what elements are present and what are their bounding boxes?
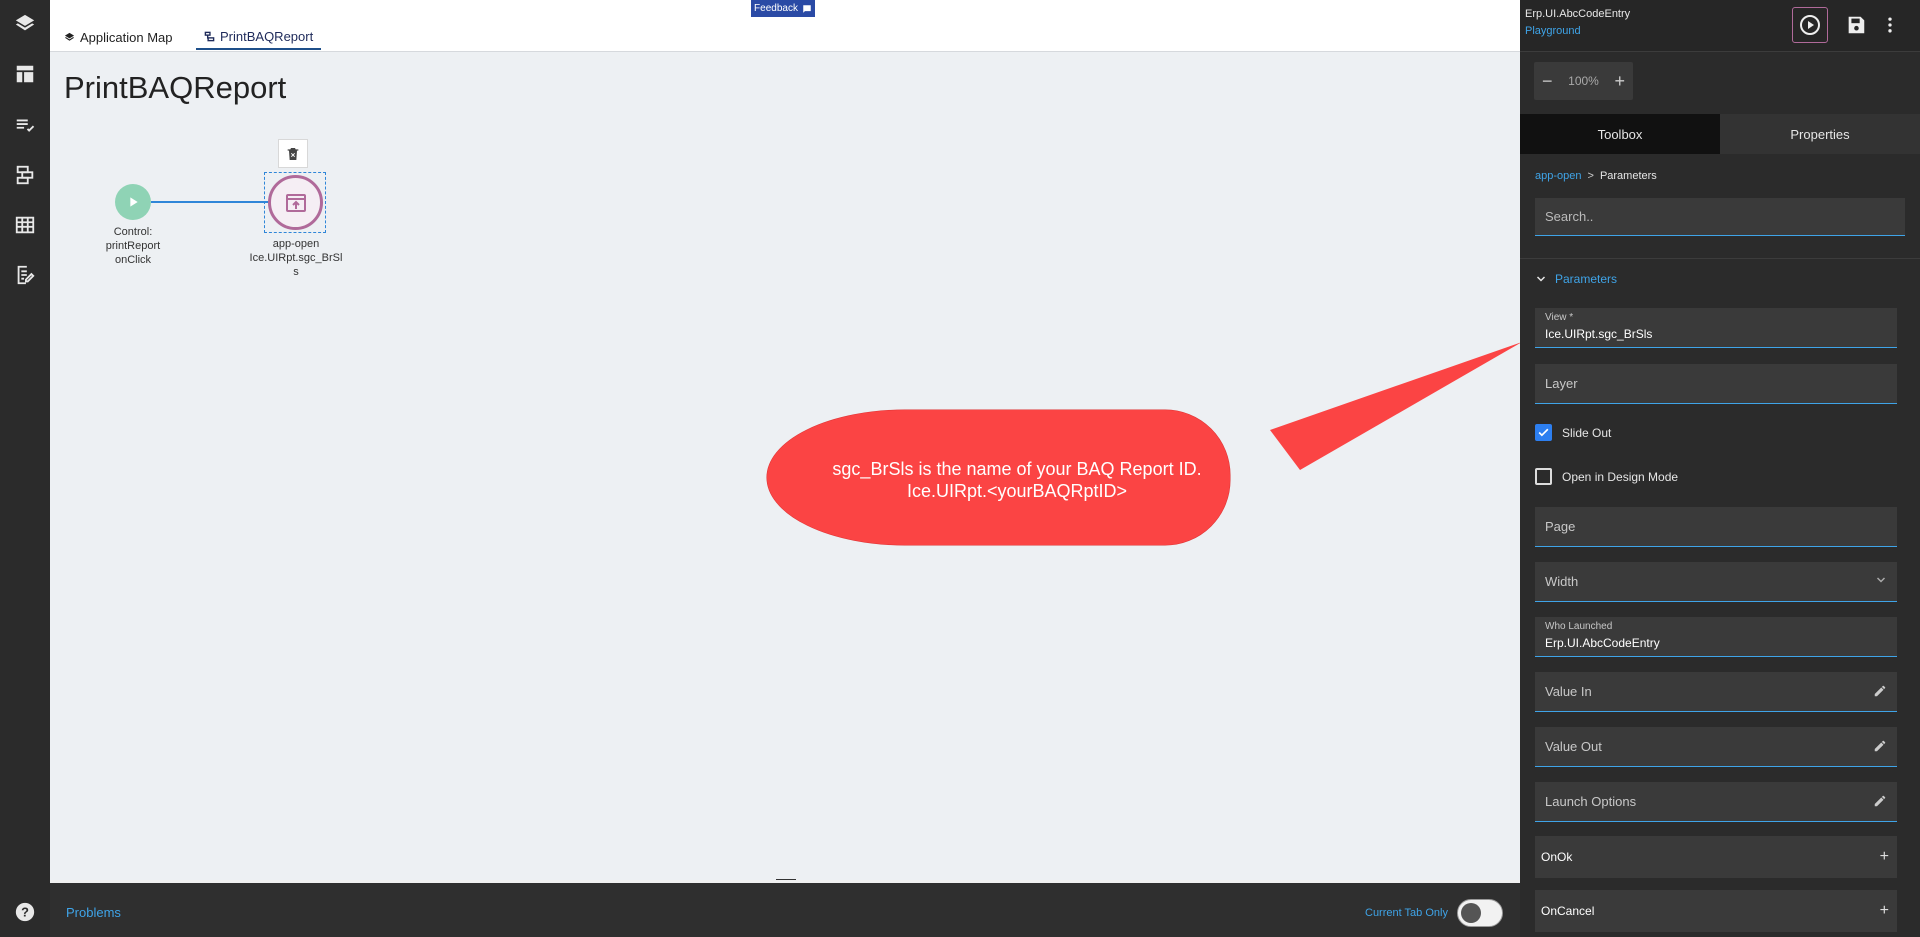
app-id: Erp.UI.AbcCodeEntry: [1525, 8, 1631, 20]
on-ok-label: OnOk: [1541, 850, 1573, 864]
breadcrumb-separator: >: [1587, 170, 1594, 182]
section-label: Parameters: [1555, 272, 1618, 286]
panel-header: Erp.UI.AbcCodeEntry Playground: [1520, 0, 1920, 52]
kebab-icon: [1888, 17, 1892, 33]
zoom-control: − 100% +: [1534, 62, 1633, 100]
toggle-knob: [1461, 903, 1481, 923]
design-mode-checkbox-row[interactable]: Open in Design Mode: [1535, 468, 1678, 485]
width-label: Width: [1545, 574, 1579, 589]
view-field[interactable]: View * Ice.UIRpt.sgc_BrSls: [1535, 308, 1897, 348]
panel-tabs: Toolbox Properties: [1520, 114, 1920, 154]
slide-out-checkbox-row[interactable]: Slide Out: [1535, 424, 1611, 441]
callout-line: sgc_BrSls is the name of your BAQ Report…: [832, 459, 1202, 479]
on-cancel-label: OnCancel: [1541, 904, 1595, 918]
chevron-down-icon: [1536, 276, 1546, 282]
on-ok-event-row[interactable]: OnOk +: [1535, 836, 1897, 878]
add-on-cancel-button[interactable]: +: [1880, 902, 1889, 920]
value-in-field[interactable]: Value In: [1535, 672, 1897, 712]
callout-text: sgc_BrSls is the name of your BAQ Report…: [782, 458, 1252, 502]
breadcrumb-parent[interactable]: app-open: [1535, 170, 1582, 182]
value-out-field[interactable]: Value Out: [1535, 727, 1897, 767]
current-tab-only-label: Current Tab Only: [1365, 907, 1448, 919]
pencil-icon[interactable]: [1873, 684, 1887, 698]
zoom-in-button[interactable]: +: [1614, 71, 1625, 92]
value-in-label: Value In: [1545, 684, 1592, 699]
layer-field[interactable]: Layer: [1535, 364, 1897, 404]
slide-out-checkbox[interactable]: [1535, 424, 1552, 441]
tab-properties[interactable]: Properties: [1720, 114, 1920, 154]
current-tab-only-toggle[interactable]: [1457, 899, 1503, 927]
divider: [1520, 258, 1920, 259]
view-value: Ice.UIRpt.sgc_BrSls: [1545, 327, 1653, 341]
problems-bar: Problems Current Tab Only: [50, 880, 1520, 937]
callout-line: Ice.UIRpt.<yourBAQRptID>: [906, 481, 1128, 501]
who-launched-label: Who Launched: [1545, 621, 1613, 632]
who-launched-field[interactable]: Who Launched Erp.UI.AbcCodeEntry: [1535, 617, 1897, 657]
zoom-out-button[interactable]: −: [1542, 71, 1553, 92]
save-icon: [1848, 16, 1865, 34]
layer-label: Layer: [1545, 376, 1578, 391]
page-field[interactable]: Page: [1535, 507, 1897, 547]
problems-label[interactable]: Problems: [66, 905, 121, 920]
who-launched-value: Erp.UI.AbcCodeEntry: [1545, 636, 1660, 650]
pencil-icon[interactable]: [1873, 739, 1887, 753]
design-mode-label: Open in Design Mode: [1562, 469, 1679, 484]
parameters-section-header[interactable]: Parameters: [1535, 272, 1617, 286]
view-label: View *: [1545, 312, 1574, 323]
tab-toolbox[interactable]: Toolbox: [1520, 114, 1720, 154]
launch-options-field[interactable]: Launch Options: [1535, 782, 1897, 822]
value-out-label: Value Out: [1545, 739, 1602, 754]
width-select[interactable]: Width: [1535, 562, 1897, 602]
add-on-ok-button[interactable]: +: [1880, 848, 1889, 866]
on-cancel-event-row[interactable]: OnCancel +: [1535, 890, 1897, 932]
more-menu-button[interactable]: [1880, 7, 1900, 43]
design-mode-checkbox[interactable]: [1535, 468, 1552, 485]
launch-options-label: Launch Options: [1545, 794, 1637, 809]
check-icon: [1538, 428, 1549, 437]
breadcrumb-current: Parameters: [1599, 170, 1657, 182]
breadcrumb: app-open > Parameters: [1535, 170, 1657, 182]
layer-link[interactable]: Playground: [1525, 25, 1581, 37]
search-input[interactable]: Search..: [1535, 198, 1905, 236]
properties-panel: Erp.UI.AbcCodeEntry Playground − 100% + …: [1520, 0, 1920, 937]
page-label: Page: [1545, 519, 1576, 534]
chevron-down-icon: [1876, 577, 1886, 583]
pencil-icon[interactable]: [1873, 794, 1887, 808]
play-circle-icon: [1800, 15, 1820, 35]
slide-out-label: Slide Out: [1562, 425, 1612, 440]
save-button[interactable]: [1838, 7, 1874, 43]
zoom-level: 100%: [1568, 74, 1599, 88]
run-button[interactable]: [1792, 7, 1828, 43]
